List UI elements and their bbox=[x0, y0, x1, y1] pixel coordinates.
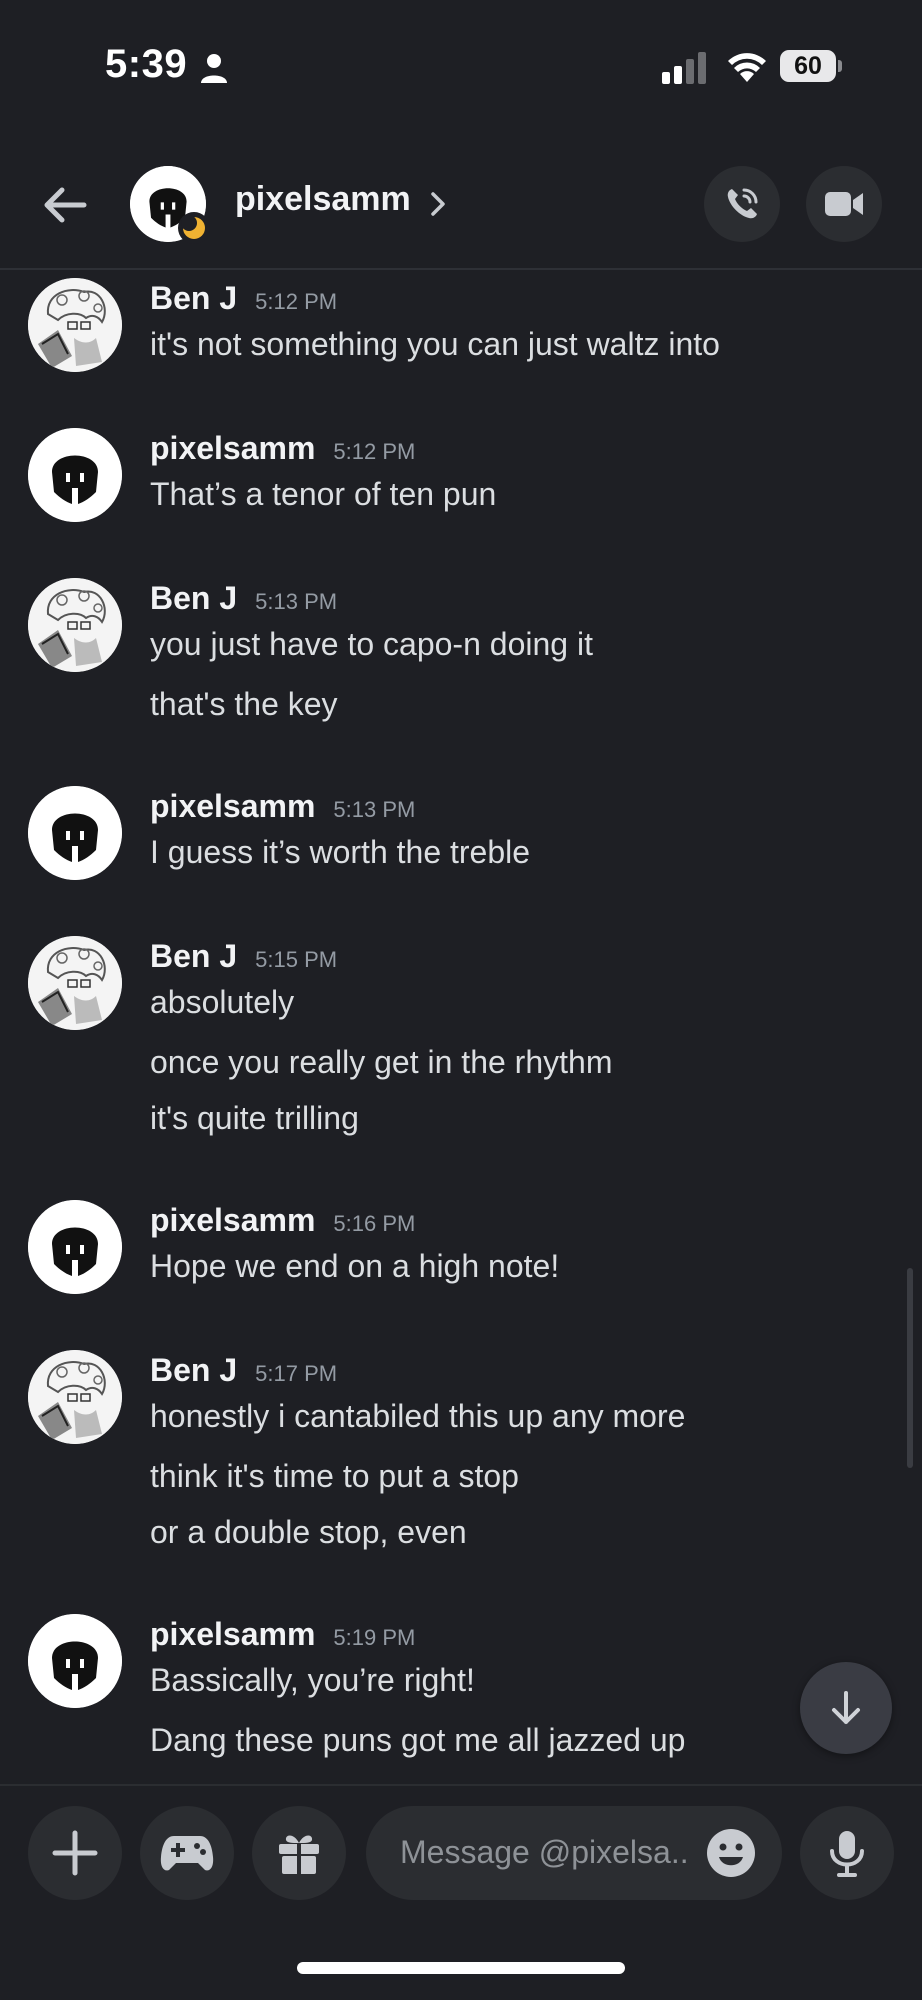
gift-button[interactable] bbox=[252, 1806, 346, 1900]
message-text[interactable]: Hope we end on a high note! bbox=[150, 1248, 559, 1285]
composer-divider bbox=[0, 1784, 922, 1786]
message-input[interactable]: Message @pixelsa.. bbox=[366, 1806, 782, 1900]
author-name[interactable]: pixelsamm bbox=[150, 788, 315, 824]
gift-icon bbox=[279, 1835, 319, 1874]
activities-button[interactable] bbox=[140, 1806, 234, 1900]
gamepad-icon bbox=[160, 1836, 214, 1871]
message-author[interactable]: Ben J 5:12 PM bbox=[150, 280, 337, 317]
message-text[interactable]: absolutely bbox=[150, 984, 294, 1021]
emoji-icon[interactable] bbox=[706, 1828, 756, 1878]
pixelsamm-avatar[interactable] bbox=[28, 786, 122, 880]
arrow-down-icon bbox=[832, 1691, 860, 1724]
message-timestamp: 5:13 PM bbox=[333, 797, 416, 822]
channel-title[interactable]: pixelsamm bbox=[235, 180, 411, 219]
pixelsamm-avatar-image bbox=[28, 1200, 122, 1294]
message-text[interactable]: it's quite trilling bbox=[150, 1100, 359, 1137]
author-name[interactable]: pixelsamm bbox=[150, 430, 315, 466]
message-text[interactable]: Bassically, you’re right! bbox=[150, 1662, 475, 1699]
message-text[interactable]: you just have to capo-n doing it bbox=[150, 626, 593, 663]
message-text[interactable]: I guess it’s worth the treble bbox=[150, 834, 530, 871]
cellular-signal-icon bbox=[662, 52, 706, 84]
message-text[interactable]: it's not something you can just waltz in… bbox=[150, 326, 720, 363]
battery-level: 60 bbox=[794, 52, 822, 80]
message-timestamp: 5:13 PM bbox=[255, 589, 338, 614]
add-attachment-button[interactable] bbox=[28, 1806, 122, 1900]
author-name[interactable]: pixelsamm bbox=[150, 1616, 315, 1652]
message-text[interactable]: once you really get in the rhythm bbox=[150, 1044, 612, 1081]
video-camera-icon bbox=[825, 192, 863, 216]
message-author[interactable]: pixelsamm 5:19 PM bbox=[150, 1616, 415, 1653]
author-name[interactable]: Ben J bbox=[150, 280, 237, 316]
pixelsamm-avatar[interactable] bbox=[28, 428, 122, 522]
message-text[interactable]: that's the key bbox=[150, 686, 338, 723]
message-timestamp: 5:17 PM bbox=[255, 1361, 338, 1386]
ben-j-avatar-image bbox=[28, 278, 122, 372]
back-arrow-icon[interactable] bbox=[40, 180, 90, 230]
message-text[interactable]: Dang these puns got me all jazzed up bbox=[150, 1722, 685, 1759]
wifi-icon bbox=[728, 53, 766, 82]
author-name[interactable]: pixelsamm bbox=[150, 1202, 315, 1238]
pixelsamm-avatar-image bbox=[28, 786, 122, 880]
scrollbar[interactable] bbox=[907, 1268, 913, 1468]
voice-call-button[interactable] bbox=[704, 166, 780, 242]
idle-status-icon bbox=[178, 212, 210, 244]
phone-call-icon bbox=[727, 188, 758, 219]
ben-j-avatar-image bbox=[28, 936, 122, 1030]
chevron-right-icon[interactable] bbox=[428, 190, 448, 218]
message-author[interactable]: Ben J 5:15 PM bbox=[150, 938, 337, 975]
message-timestamp: 5:12 PM bbox=[255, 289, 338, 314]
author-name[interactable]: Ben J bbox=[150, 938, 237, 974]
message-text[interactable]: or a double stop, even bbox=[150, 1514, 467, 1551]
author-name[interactable]: Ben J bbox=[150, 580, 237, 616]
message-author[interactable]: pixelsamm 5:12 PM bbox=[150, 430, 415, 467]
ben-j-avatar-image bbox=[28, 578, 122, 672]
message-author[interactable]: Ben J 5:17 PM bbox=[150, 1352, 337, 1389]
pixelsamm-avatar[interactable] bbox=[28, 1614, 122, 1708]
message-timestamp: 5:12 PM bbox=[333, 439, 416, 464]
ben-j-avatar[interactable] bbox=[28, 578, 122, 672]
message-timestamp: 5:19 PM bbox=[333, 1625, 416, 1650]
pixelsamm-avatar[interactable] bbox=[28, 1200, 122, 1294]
author-name[interactable]: Ben J bbox=[150, 1352, 237, 1388]
home-indicator[interactable] bbox=[297, 1962, 625, 1974]
voice-message-button[interactable] bbox=[800, 1806, 894, 1900]
message-author[interactable]: Ben J 5:13 PM bbox=[150, 580, 337, 617]
jump-to-present-button[interactable] bbox=[800, 1662, 892, 1754]
ben-j-avatar-image bbox=[28, 1350, 122, 1444]
plus-icon bbox=[52, 1830, 98, 1876]
message-timestamp: 5:16 PM bbox=[333, 1211, 416, 1236]
pixelsamm-avatar-image bbox=[28, 1614, 122, 1708]
ben-j-avatar[interactable] bbox=[28, 936, 122, 1030]
video-call-button[interactable] bbox=[806, 166, 882, 242]
status-time: 5:39 bbox=[105, 42, 188, 86]
message-text[interactable]: That’s a tenor of ten pun bbox=[150, 476, 496, 513]
battery-icon: 60 bbox=[780, 50, 842, 84]
microphone-icon bbox=[830, 1831, 864, 1877]
message-timestamp: 5:15 PM bbox=[255, 947, 338, 972]
message-text[interactable]: honestly i cantabiled this up any more bbox=[150, 1398, 685, 1435]
message-author[interactable]: pixelsamm 5:13 PM bbox=[150, 788, 415, 825]
message-list[interactable]: Ben J 5:12 PM it's not something you can … bbox=[0, 270, 922, 1782]
pixelsamm-avatar-image bbox=[28, 428, 122, 522]
ben-j-avatar[interactable] bbox=[28, 278, 122, 372]
person-icon bbox=[201, 54, 227, 83]
message-author[interactable]: pixelsamm 5:16 PM bbox=[150, 1202, 415, 1239]
message-input-placeholder: Message @pixelsa.. bbox=[400, 1834, 689, 1870]
ben-j-avatar[interactable] bbox=[28, 1350, 122, 1444]
message-text[interactable]: think it's time to put a stop bbox=[150, 1458, 519, 1495]
